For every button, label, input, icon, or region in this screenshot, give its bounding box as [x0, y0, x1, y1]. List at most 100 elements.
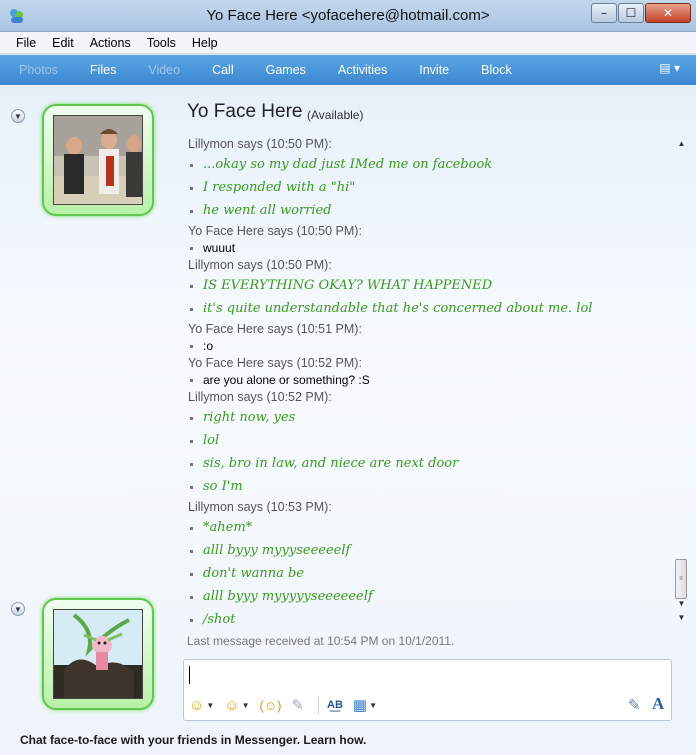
bullet-icon [190, 379, 193, 382]
message-header: Lillymon says (10:53 PM): [188, 500, 332, 514]
menu-help[interactable]: Help [184, 36, 226, 50]
bullet-icon [190, 549, 193, 553]
bullet-icon [190, 307, 193, 311]
toolbar: Photos Files Video Call Games Activities… [0, 55, 696, 85]
message-line: I responded with a "hi" [184, 176, 674, 199]
toolbar-activities[interactable]: Activities [329, 63, 396, 77]
message-text: *ahem* [203, 520, 253, 535]
message-text: are you alone or something? :S [203, 373, 370, 387]
message-line: right now, yes [184, 406, 674, 429]
message-text: right now, yes [203, 410, 296, 425]
scroll-down-icon[interactable]: ▼ [674, 599, 689, 613]
scroll-end-icon[interactable]: ▼ [674, 613, 689, 627]
show-menu-icon[interactable]: ▤ ▾ [659, 61, 680, 75]
collapse-contact-picture-icon[interactable]: ▼ [11, 109, 25, 123]
bullet-icon [190, 186, 193, 190]
menu-bar: File Edit Actions Tools Help [0, 32, 696, 54]
voice-clip-icon: ✎ [291, 697, 305, 714]
font-icon[interactable]: A [652, 694, 664, 714]
bullet-icon [190, 526, 193, 530]
spelling-icon: A͟B [327, 699, 343, 711]
message-header: Yo Face Here says (10:52 PM): [188, 356, 362, 370]
message-line: alll byyy myyyseeeeelf [184, 539, 674, 562]
contact-photo [53, 115, 143, 205]
toolbar-block[interactable]: Block [472, 63, 521, 77]
message-text: IS EVERYTHING OKAY? WHAT HAPPENED [203, 278, 493, 293]
user-photo [53, 609, 143, 699]
minimize-button[interactable]: – [591, 3, 617, 23]
message-line: he went all worried [184, 199, 674, 222]
conversation-scrollbar[interactable]: ▲ ≡ ▼ ▼ [674, 135, 689, 627]
message-text: ...okay so my dad just IMed me on facebo… [203, 157, 493, 172]
message-header: Yo Face Here says (10:51 PM): [188, 322, 362, 336]
message-line: it's quite understandable that he's conc… [184, 297, 674, 320]
text-caret [189, 666, 190, 684]
emoticon-button[interactable]: ☺ ▼ [189, 697, 214, 714]
scroll-thumb[interactable]: ≡ [675, 559, 687, 599]
message-text: alll byyy myyyyyseeeeeelf [203, 589, 373, 604]
message-line: alll byyy myyyyyseeeeeelf [184, 585, 674, 608]
footer-promo[interactable]: Chat face-to-face with your friends in M… [0, 725, 696, 755]
contact-display-picture[interactable] [42, 104, 154, 216]
input-toolbar: ☺ ▼ ☺ ▼ (☺) ✎ A͟B ▦ ▼ ✎ A [183, 690, 672, 720]
close-button[interactable]: ✕ [645, 3, 691, 23]
message-line: wuuut [184, 240, 674, 256]
message-text: alll byyy myyyseeeeelf [203, 543, 351, 558]
spelling-button[interactable]: A͟B [327, 699, 343, 711]
message-text: sis, bro in law, and niece are next door [203, 456, 459, 471]
voice-clip-button[interactable]: ✎ [291, 696, 304, 714]
bullet-icon [190, 572, 193, 576]
menu-edit[interactable]: Edit [44, 36, 82, 50]
message-line: *ahem* [184, 516, 674, 539]
message-text: lol [203, 433, 220, 448]
message-header: Lillymon says (10:50 PM): [188, 137, 332, 151]
message-line: IS EVERYTHING OKAY? WHAT HAPPENED [184, 274, 674, 297]
toolbar-invite[interactable]: Invite [410, 63, 458, 77]
message-text: so I'm [203, 479, 243, 494]
bullet-icon [190, 485, 193, 489]
toolbar-games[interactable]: Games [257, 63, 315, 77]
nudge-button[interactable]: (☺) [260, 698, 282, 713]
bullet-icon [190, 618, 193, 622]
user-display-picture[interactable] [42, 598, 154, 710]
message-line: lol [184, 429, 674, 452]
contact-name: Yo Face Here [187, 101, 303, 122]
message-text: he went all worried [203, 203, 332, 218]
collapse-user-picture-icon[interactable]: ▼ [11, 602, 25, 616]
bullet-icon [190, 163, 193, 167]
last-message-info: Last message received at 10:54 PM on 10/… [187, 634, 455, 648]
menu-actions[interactable]: Actions [82, 36, 139, 50]
message-line: ...okay so my dad just IMed me on facebo… [184, 153, 674, 176]
bullet-icon [190, 595, 193, 599]
menu-tools[interactable]: Tools [139, 36, 184, 50]
conversation-history[interactable]: Lillymon says (10:50 PM): ...okay so my d… [184, 135, 674, 627]
toolbar-files[interactable]: Files [81, 63, 125, 77]
handwriting-icon[interactable]: ✎ [628, 696, 641, 714]
bullet-icon [190, 247, 193, 250]
menu-file[interactable]: File [8, 36, 44, 50]
message-line: /shot [184, 608, 674, 627]
wink-button[interactable]: ☺ ▼ [224, 697, 249, 714]
message-line: sis, bro in law, and niece are next door [184, 452, 674, 475]
bullet-icon [190, 439, 193, 443]
toolbar-video[interactable]: Video [139, 63, 189, 77]
message-header: Yo Face Here says (10:50 PM): [188, 224, 362, 238]
message-text: it's quite understandable that he's conc… [203, 301, 593, 316]
toolbar-separator [318, 696, 320, 714]
message-line: are you alone or something? :S [184, 372, 674, 388]
background-button[interactable]: ▦ ▼ [353, 696, 377, 714]
message-text: /shot [203, 612, 236, 627]
message-line: don't wanna be [184, 562, 674, 585]
message-line: :o [184, 338, 674, 354]
wink-icon: ☺ [224, 696, 240, 714]
toolbar-photos[interactable]: Photos [10, 63, 67, 77]
message-text: I responded with a "hi" [203, 180, 356, 195]
contact-status: (Available) [307, 108, 364, 122]
bullet-icon [190, 462, 193, 466]
nudge-icon: (☺) [259, 697, 282, 713]
bullet-icon [190, 209, 193, 213]
maximize-button[interactable]: ☐ [618, 3, 644, 23]
scroll-up-icon[interactable]: ▲ [674, 139, 689, 153]
message-header: Lillymon says (10:50 PM): [188, 258, 332, 272]
toolbar-call[interactable]: Call [203, 63, 243, 77]
